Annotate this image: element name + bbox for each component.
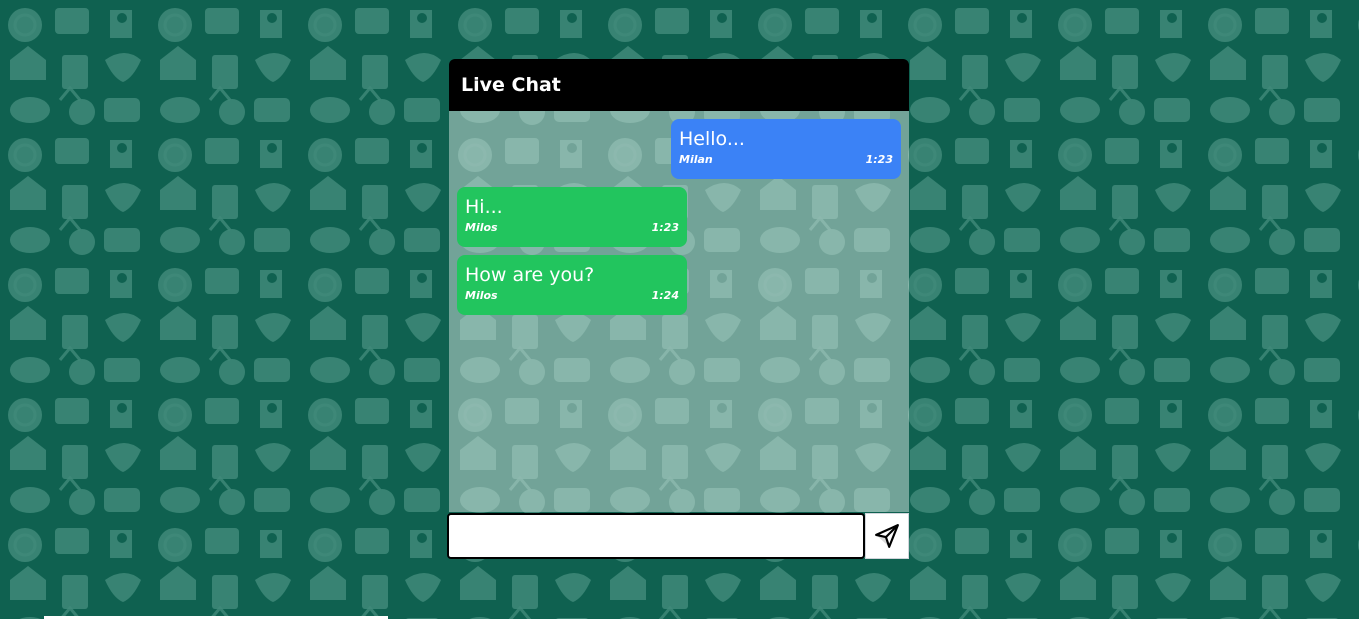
chat-window: Live Chat Hello... Milan 1:23 Hi... Milo… (449, 59, 909, 559)
message-author: Milan (679, 153, 713, 166)
message-list[interactable]: Hello... Milan 1:23 Hi... Milos 1:23 How… (449, 111, 909, 512)
message-text: How are you? (465, 264, 595, 286)
message-bubble-incoming: Hi... Milos 1:23 (457, 187, 687, 247)
message-bubble-incoming: How are you? Milos 1:24 (457, 255, 687, 315)
message-author: Milos (465, 289, 498, 302)
message-time: 1:23 (651, 221, 679, 234)
chat-title: Live Chat (461, 74, 561, 96)
message-input[interactable] (447, 513, 865, 559)
message-time: 1:23 (865, 153, 893, 166)
message-time: 1:24 (651, 289, 679, 302)
chat-header: Live Chat (449, 59, 909, 111)
paper-plane-icon (875, 524, 899, 548)
message-composer (447, 513, 909, 559)
message-bubble-outgoing: Hello... Milan 1:23 (671, 119, 901, 179)
message-text: Hello... (679, 128, 745, 150)
message-author: Milos (465, 221, 498, 234)
send-button[interactable] (865, 513, 909, 559)
message-text: Hi... (465, 196, 503, 218)
